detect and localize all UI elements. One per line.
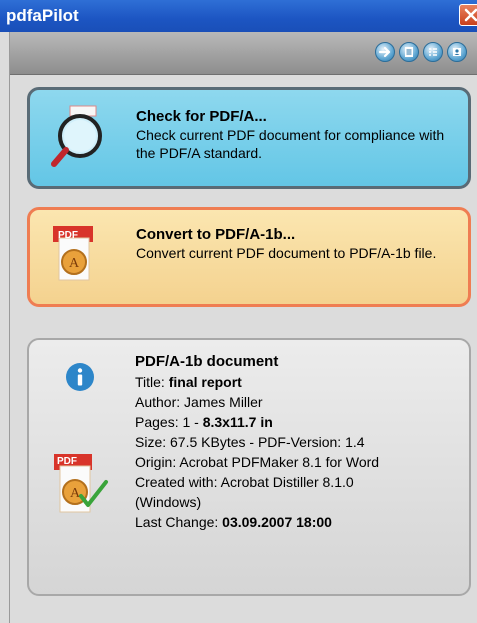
details-list-button[interactable]	[423, 42, 443, 62]
svg-text:A: A	[70, 486, 81, 501]
svg-text:A: A	[69, 256, 80, 271]
document-size: Size: 67.5 KBytes - PDF-Version: 1.4	[135, 434, 365, 450]
document-author: Author: James Miller	[135, 394, 263, 410]
arrow-right-button[interactable]	[375, 42, 395, 62]
list-button[interactable]	[399, 42, 419, 62]
check-description: Check current PDF document for complianc…	[136, 127, 445, 161]
pages-value: 8.3x11.7 in	[202, 414, 273, 430]
app-window: pdfaPilot Check for PDF/A... Check curre…	[0, 0, 477, 623]
title-bar[interactable]: pdfaPilot	[0, 0, 477, 32]
magnifier-check-icon	[51, 105, 102, 167]
document-created-with-platform: (Windows)	[135, 494, 202, 510]
document-info-panel: A PDF PDF/A-1b document Title: final rep…	[27, 338, 471, 596]
close-icon	[464, 8, 477, 22]
info-icon	[66, 363, 94, 391]
arrow-right-icon	[378, 46, 391, 58]
title-label: Title:	[135, 374, 169, 390]
convert-description: Convert current PDF document to PDF/A-1b…	[136, 245, 437, 261]
document-last-change-line: Last Change: 03.09.2007 18:00	[135, 512, 379, 532]
last-change-value: 03.09.2007 18:00	[222, 514, 332, 530]
list-icon	[405, 47, 413, 57]
document-title-line: Title: final report	[135, 372, 379, 392]
title-value: final report	[168, 374, 242, 390]
document-origin: Origin: Acrobat PDFMaker 8.1 for Word	[135, 454, 380, 470]
window-title: pdfaPilot	[6, 6, 79, 25]
profile-button[interactable]	[447, 42, 467, 62]
document-created-with: Created with: Acrobat Distiller 8.1.0	[135, 474, 354, 490]
check-pdfa-button[interactable]: Check for PDF/A... Check current PDF doc…	[27, 87, 471, 189]
document-heading: PDF/A-1b document	[135, 353, 279, 370]
last-change-label: Last Change:	[135, 514, 223, 530]
convert-title: Convert to PDF/A-1b...	[136, 226, 296, 243]
document-pages-line: Pages: 1 - 8.3x11.7 in	[135, 412, 379, 432]
toolbar	[10, 32, 477, 75]
close-button[interactable]	[459, 4, 477, 26]
convert-pdfa-button[interactable]: A PDF Convert to PDF/A-1b... Convert cur…	[27, 207, 471, 307]
pages-label: Pages: 1 -	[135, 414, 203, 430]
info-pdf-badge: PDF	[57, 456, 77, 467]
profile-icon	[453, 48, 461, 56]
document-details: PDF/A-1b document Title: final report Au…	[135, 352, 379, 532]
check-title: Check for PDF/A...	[136, 108, 267, 125]
main-panel: Check for PDF/A... Check current PDF doc…	[9, 32, 477, 623]
convert-pdf-badge: PDF	[58, 230, 78, 241]
details-list-icon	[429, 48, 437, 56]
